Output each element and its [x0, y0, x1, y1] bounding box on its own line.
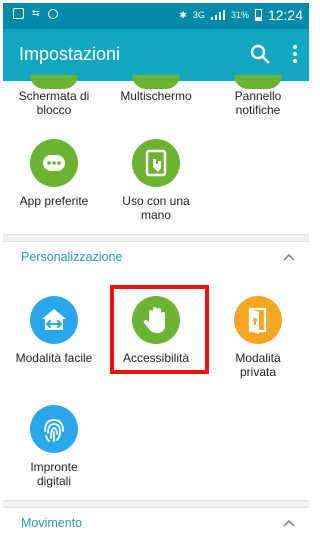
- tile-label: blocco: [36, 103, 72, 117]
- tile-label: Pannello: [234, 89, 282, 103]
- lock-door-icon: [234, 296, 282, 344]
- usb-icon: ⇆: [32, 8, 40, 18]
- battery-percent: 31%: [230, 10, 249, 20]
- section-title-movimento: Movimento: [21, 516, 83, 530]
- multi-window-icon: [132, 75, 180, 89]
- fingerprint-icon: [30, 405, 78, 453]
- tile-uso-con-una-mano[interactable]: Uso con una mano: [105, 139, 207, 222]
- tile-label: mano: [140, 208, 172, 222]
- more-vert-icon[interactable]: [289, 43, 301, 65]
- tile-label: Modalità facile: [15, 351, 93, 365]
- clock: 12:24: [267, 7, 303, 23]
- section-title-personalizzazione: Personalizzazione: [21, 250, 123, 264]
- tile-schermata-di-blocco[interactable]: Schermata di blocco: [3, 75, 105, 117]
- bluetooth-icon: ✱: [179, 9, 187, 20]
- battery-icon: [254, 9, 262, 21]
- tile-label: Uso con una: [122, 194, 190, 208]
- tile-pannello-notifiche[interactable]: Pannello notifiche: [207, 75, 309, 117]
- notification-panel-icon: [234, 75, 282, 89]
- tile-impronte-digitali[interactable]: Impronte digitali: [3, 405, 105, 488]
- tile-multischermo[interactable]: Multischermo: [105, 75, 207, 103]
- app-bar: Impostazioni: [3, 29, 309, 81]
- accessibility-highlight-box: [110, 285, 209, 374]
- page-title: Impostazioni: [19, 44, 121, 64]
- tile-modalita-facile[interactable]: Modalità facile: [3, 296, 105, 365]
- chevron-up-icon[interactable]: [283, 518, 295, 530]
- sync-icon: [47, 8, 58, 19]
- section-divider: [3, 234, 309, 242]
- home-arrows-icon: [30, 296, 78, 344]
- tile-label: Schermata di: [18, 89, 90, 103]
- tile-modalita-privata[interactable]: Modalità privata: [207, 296, 309, 379]
- more-horiz-icon: [30, 139, 78, 187]
- search-icon[interactable]: [249, 43, 271, 65]
- tile-label: Modalità: [235, 351, 281, 365]
- tile-app-preferite[interactable]: App preferite: [3, 139, 105, 208]
- tile-label: Multischermo: [120, 89, 192, 103]
- tile-label: Impronte: [30, 460, 78, 474]
- tile-label: notifiche: [235, 103, 281, 117]
- signal-icon: [210, 10, 225, 20]
- network-type: 3G: [192, 10, 205, 20]
- tile-label: privata: [239, 365, 277, 379]
- screen: ⇆ ✱ 3G 31% 12:24 Impostazioni Schermata …: [3, 3, 309, 549]
- image-notification-icon: [13, 8, 24, 19]
- one-hand-icon: [132, 139, 180, 187]
- lock-screen-icon: [30, 75, 78, 89]
- section-divider: [3, 500, 309, 508]
- tile-label: App preferite: [19, 194, 89, 208]
- tile-label: digitali: [36, 474, 72, 488]
- chevron-up-icon[interactable]: [283, 252, 295, 264]
- status-bar: ⇆ ✱ 3G 31% 12:24: [3, 3, 309, 29]
